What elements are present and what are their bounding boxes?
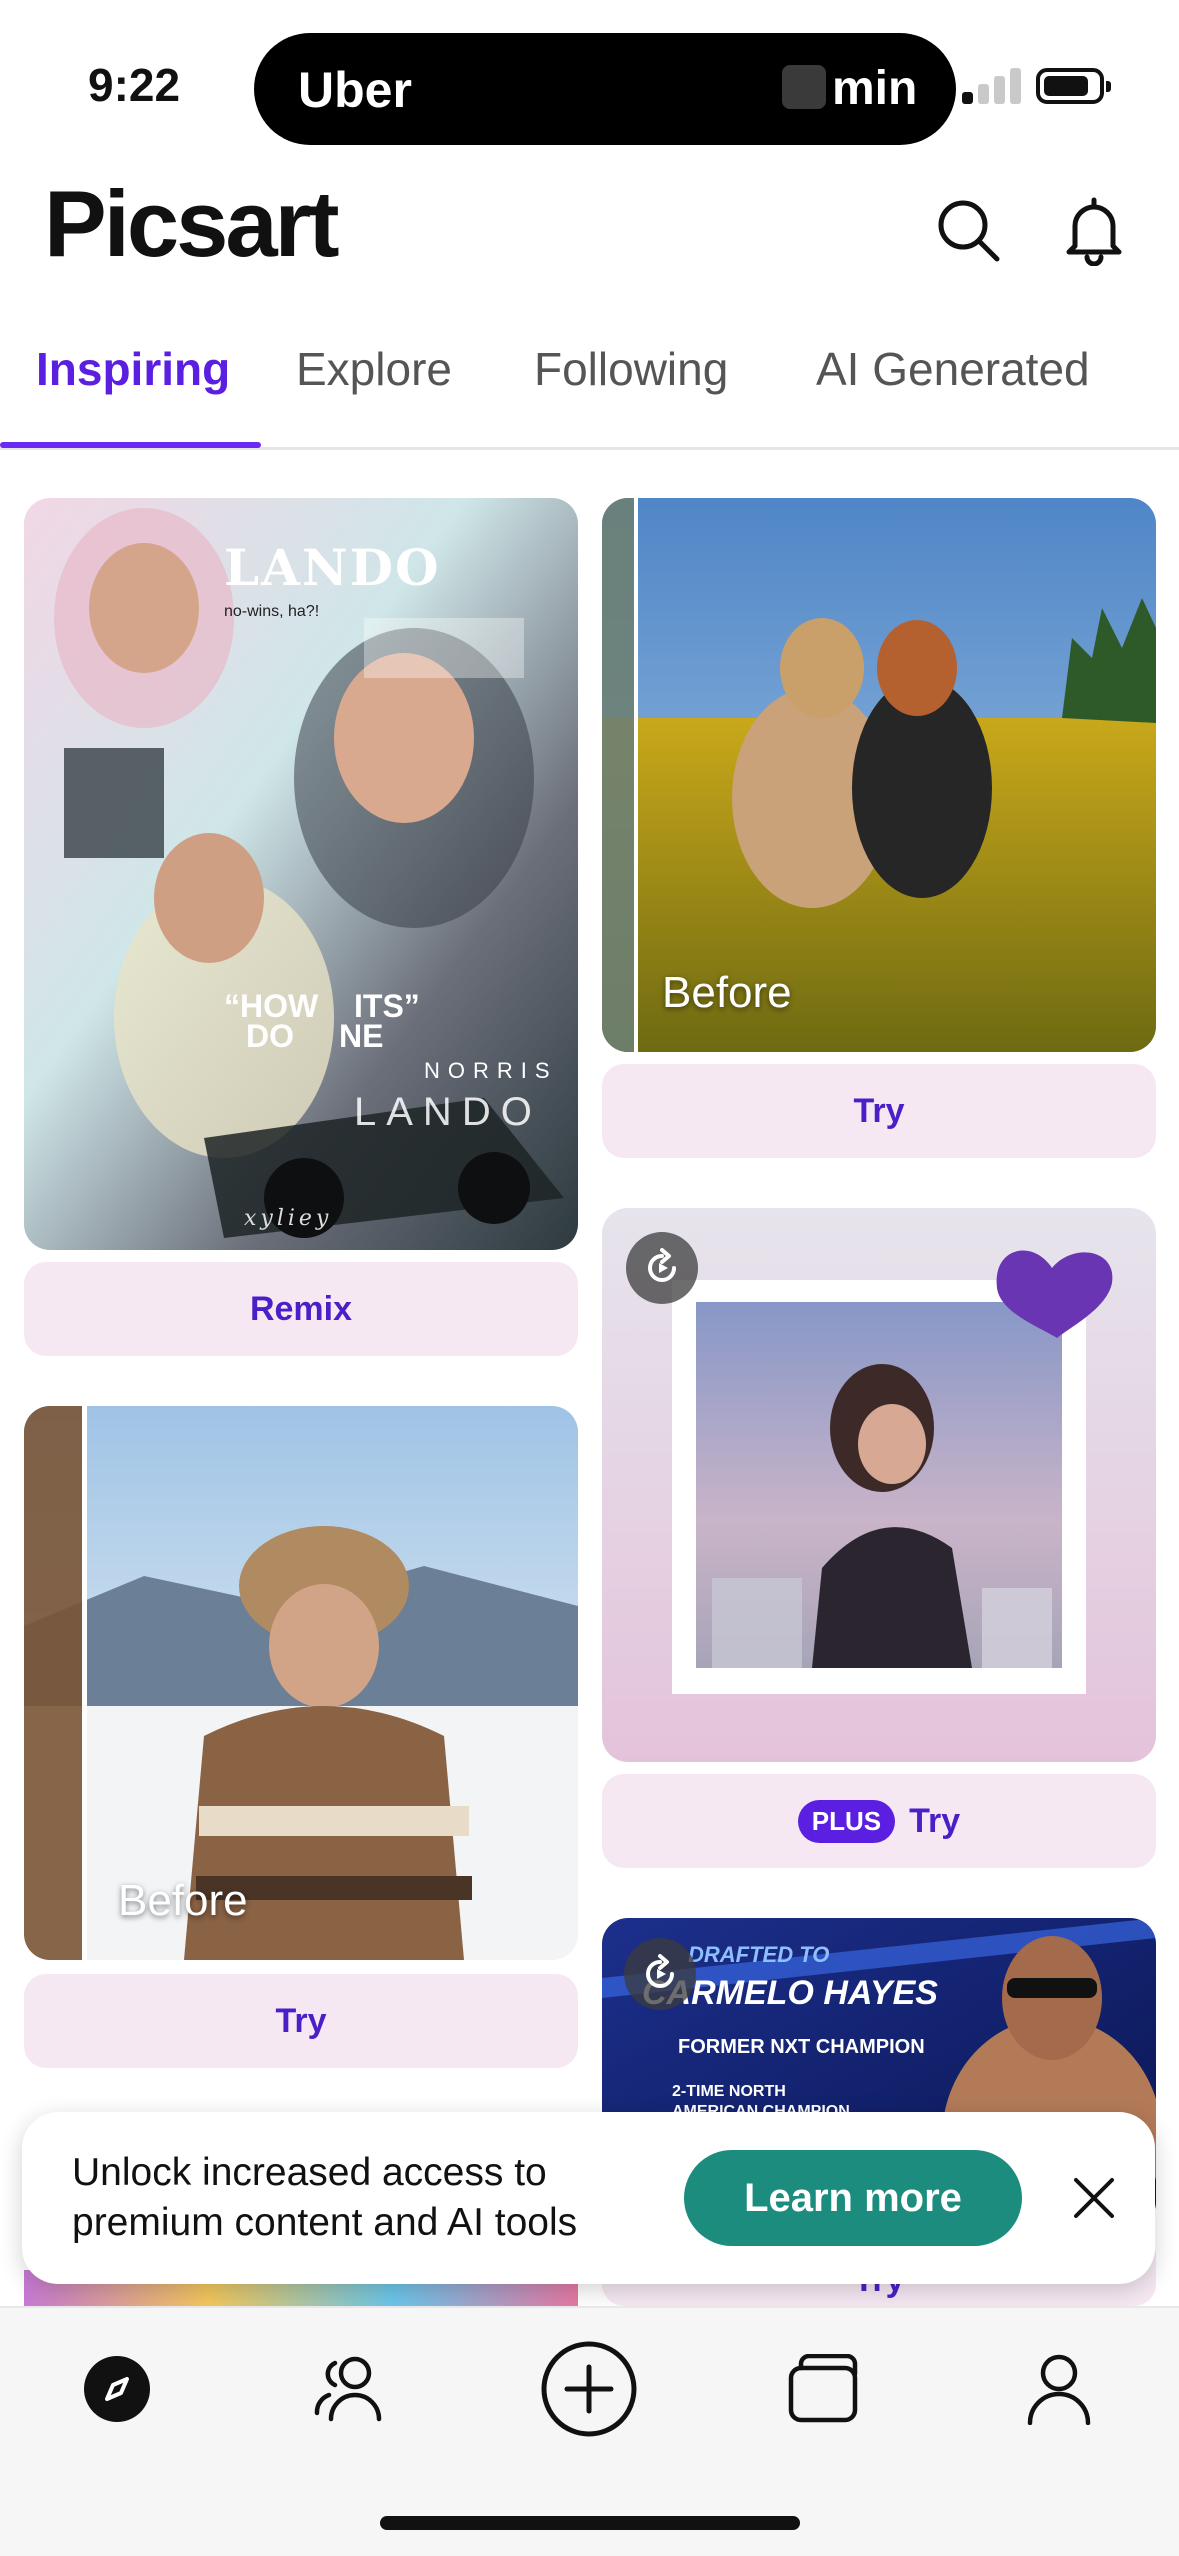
- plus-badge: PLUS: [797, 1799, 896, 1843]
- try-button-paper-frame[interactable]: PLUS Try: [602, 1774, 1156, 1868]
- live-activity-eta-unit: min: [832, 62, 918, 115]
- lando-do-text: DO: [246, 1018, 294, 1054]
- tab-inspiring[interactable]: Inspiring: [36, 342, 230, 396]
- banner-message: Unlock increased access to premium conte…: [72, 2151, 578, 2244]
- replay-icon[interactable]: [624, 1938, 696, 2010]
- try-button-winter-sweater[interactable]: Try: [24, 1974, 578, 2068]
- feed-card-lando-collage[interactable]: LANDO no-wins, ha?! “HOW ITS” DO NE NORR…: [24, 498, 578, 1250]
- promo-title-text: FORMER NXT CHAMPION: [678, 2036, 925, 2058]
- feed-card-paper-frame[interactable]: [602, 1208, 1156, 1762]
- promo-drafted-text: DRAFTED TO: [688, 1942, 830, 1967]
- lando-ne-text: NE: [339, 1018, 384, 1054]
- lando-title-text: LANDO: [224, 538, 441, 597]
- try-button-field-couple[interactable]: Try: [602, 1064, 1156, 1158]
- lando-author-watermark: xyliey: [244, 1206, 333, 1231]
- remix-button[interactable]: Remix: [24, 1262, 578, 1356]
- folder-icon[interactable]: [768, 2334, 878, 2444]
- live-activity-app: Uber: [298, 62, 412, 118]
- app-logo: Picsart: [44, 171, 340, 276]
- lando-signature-text: LANDO: [354, 1090, 542, 1134]
- bell-icon[interactable]: [1054, 190, 1134, 270]
- home-indicator[interactable]: [380, 2516, 800, 2530]
- tab-ai-generated[interactable]: AI Generated: [816, 342, 1090, 396]
- learn-more-button[interactable]: Learn more: [684, 2150, 1022, 2246]
- compass-icon[interactable]: [62, 2334, 172, 2444]
- search-icon[interactable]: [928, 190, 1008, 270]
- feed-tabs: Inspiring Explore Following AI Generated: [0, 330, 1179, 450]
- feed-card-winter-sweater[interactable]: Before: [24, 1406, 578, 1960]
- lando-quote-text: no-wins, ha?!: [224, 603, 320, 620]
- lando-norris-text: NORRIS: [424, 1058, 558, 1083]
- replay-icon[interactable]: [626, 1232, 698, 1304]
- winter-sweater-image: [24, 1406, 578, 1960]
- live-activity-pill[interactable]: Uber min: [254, 33, 956, 145]
- tab-following[interactable]: Following: [534, 342, 728, 396]
- tab-explore[interactable]: Explore: [296, 342, 452, 396]
- plus-circle-icon[interactable]: [534, 2334, 644, 2444]
- status-bar: 9:22 Uber min: [0, 0, 1179, 160]
- status-time: 9:22: [88, 59, 181, 111]
- profile-icon[interactable]: [1004, 2334, 1114, 2444]
- close-icon[interactable]: [1062, 2166, 1126, 2230]
- active-tab-indicator: [0, 442, 261, 448]
- before-label: Before: [118, 1876, 248, 1925]
- before-label: Before: [662, 968, 792, 1017]
- premium-upsell-banner: Unlock increased access to premium conte…: [22, 2112, 1155, 2284]
- people-icon[interactable]: [298, 2334, 408, 2444]
- feed-card-field-couple[interactable]: Before: [602, 498, 1156, 1052]
- battery-icon: [1036, 68, 1111, 104]
- live-activity-eta-blurred: [782, 65, 826, 109]
- cellular-signal-icon: [962, 68, 1022, 104]
- try-button-label: Try: [909, 1801, 961, 1840]
